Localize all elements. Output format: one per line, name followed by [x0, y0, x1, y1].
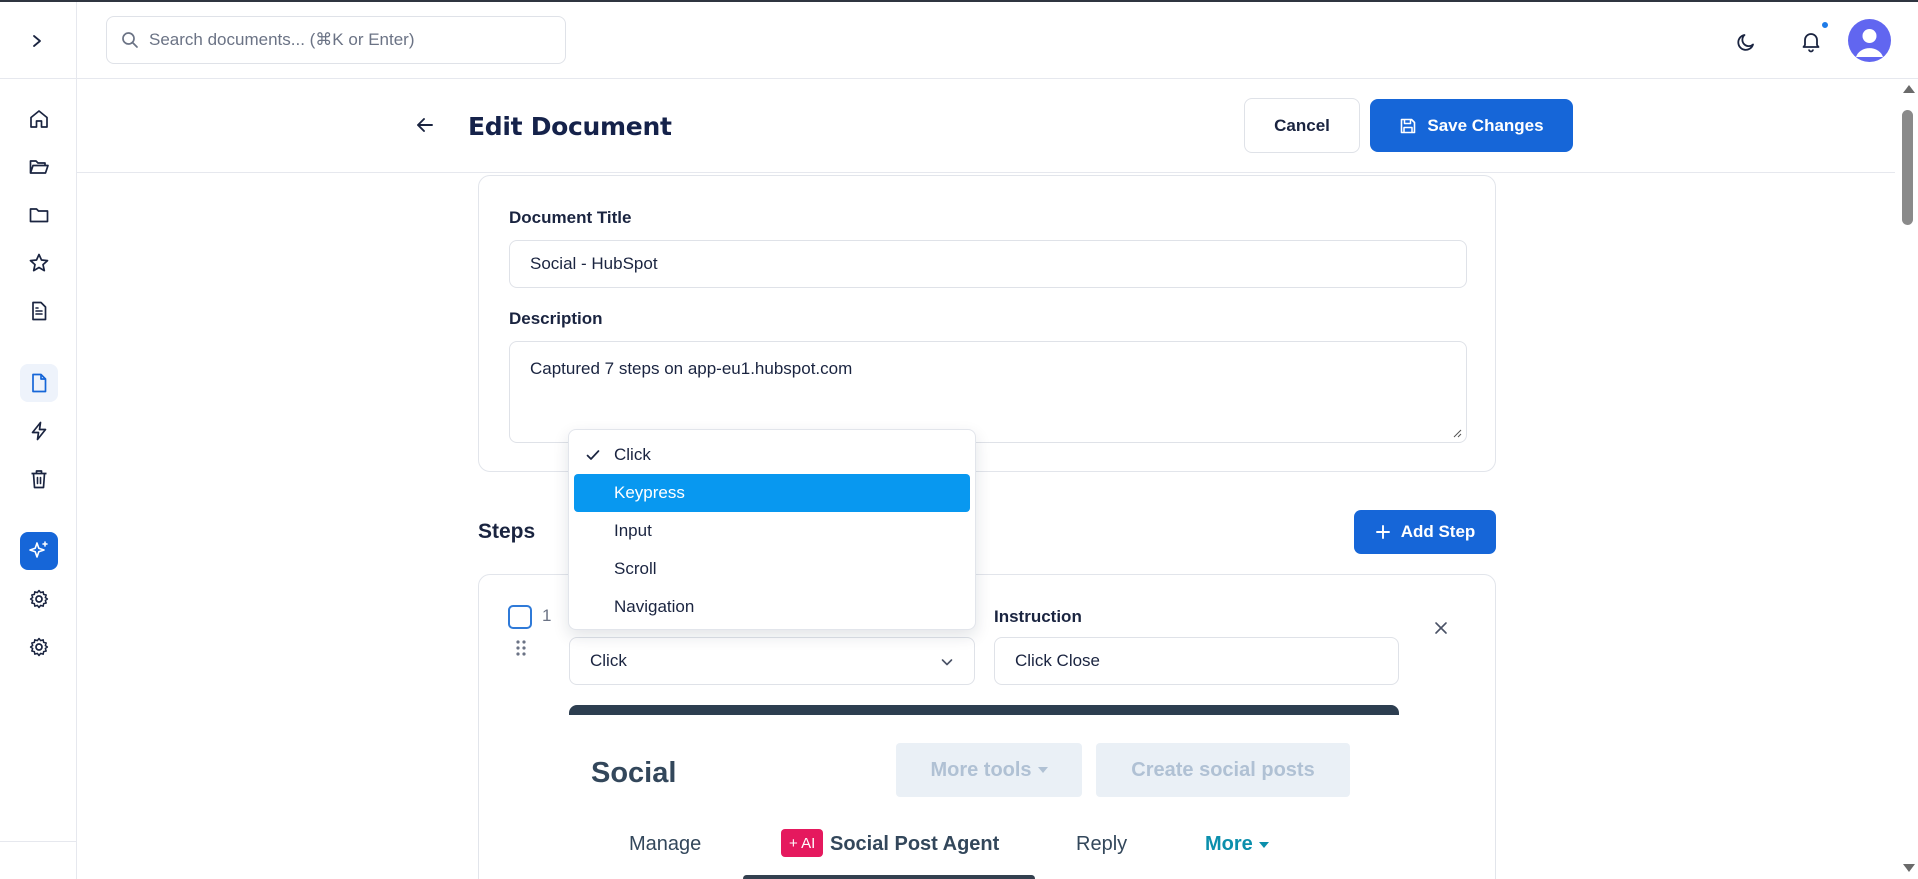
top-bar: [0, 2, 1918, 79]
screenshot-create-posts: Create social posts: [1096, 743, 1350, 797]
cancel-button[interactable]: Cancel: [1244, 98, 1360, 153]
folder-open-icon: [29, 160, 49, 174]
sidebar-item-current-document[interactable]: [20, 364, 58, 402]
screenshot-tab-more-label: More: [1205, 833, 1253, 855]
dropdown-option-click[interactable]: Click: [574, 436, 970, 474]
user-icon: [1856, 29, 1883, 57]
screenshot-tab-social-post-agent: Social Post Agent: [830, 833, 1000, 855]
file-icon: [32, 373, 47, 393]
screenshot-tab-manage: Manage: [629, 833, 702, 855]
document-details-card: Document Title Social - HubSpot Descript…: [478, 175, 1496, 472]
screenshot-ai-badge: + AI: [781, 829, 824, 857]
sidebar-footer-divider: [0, 841, 76, 842]
star-icon: [29, 253, 49, 272]
folder-icon: [29, 208, 49, 223]
scroll-up-arrow[interactable]: [1903, 85, 1915, 93]
sidebar-item-automations[interactable]: [20, 412, 58, 450]
ai-sparkle-icon: [29, 541, 48, 558]
search-box: [106, 16, 566, 64]
step-screenshot: Social More tools Create social posts Ma…: [569, 705, 1399, 879]
screenshot-more-tools-label: More tools: [930, 758, 1032, 781]
dropdown-option-label: Keypress: [614, 483, 685, 502]
description-label: Description: [509, 309, 603, 328]
dropdown-option-label: Navigation: [614, 597, 695, 616]
sidebar-item-documents[interactable]: [20, 292, 58, 330]
instruction-label: Instruction: [994, 607, 1082, 626]
document-text-icon: [32, 301, 47, 321]
screenshot-tab-more: More: [1205, 833, 1269, 856]
chevron-right-icon: [33, 35, 41, 47]
dropdown-option-input[interactable]: Input: [574, 512, 970, 550]
sidebar-item-open-folders[interactable]: [20, 148, 58, 186]
arrow-left-icon: [417, 118, 433, 132]
description-text: Captured 7 steps on app-eu1.hubspot.com: [530, 359, 853, 378]
dropdown-option-navigation[interactable]: Navigation: [574, 588, 970, 626]
action-type-dropdown: Click Keypress Input Scroll Navigation: [568, 429, 976, 630]
sidebar-item-favorites[interactable]: [20, 244, 58, 282]
save-icon: [1401, 118, 1416, 133]
caret-down-icon: [1258, 841, 1269, 848]
sidebar-item-trash[interactable]: [20, 460, 58, 498]
dropdown-option-scroll[interactable]: Scroll: [574, 550, 970, 588]
expand-sidebar-button[interactable]: [22, 28, 52, 54]
sidebar-item-folders[interactable]: [20, 196, 58, 234]
sidebar-item-home[interactable]: [20, 100, 58, 138]
sidebar: [0, 80, 76, 879]
notification-badge: [1820, 20, 1830, 30]
sidebar-item-settings[interactable]: [20, 580, 58, 618]
bell-icon: [1802, 33, 1820, 53]
instruction-input[interactable]: Click Close: [994, 637, 1399, 685]
resize-handle-icon[interactable]: [1452, 428, 1462, 438]
gear-icon: [29, 589, 49, 609]
trash-icon: [31, 470, 47, 489]
search-input[interactable]: [149, 30, 549, 50]
home-icon: [30, 110, 48, 128]
action-type-select[interactable]: Click: [569, 637, 975, 685]
step-number: 1: [542, 606, 552, 625]
chevron-down-icon: [941, 659, 953, 666]
screenshot-scrollbar: [743, 875, 1035, 879]
remove-step-button[interactable]: [1430, 617, 1452, 639]
sidebar-item-ai[interactable]: [20, 532, 58, 570]
plus-icon: [1375, 525, 1390, 539]
page-title: Edit Document: [468, 112, 672, 141]
page-header: Edit Document Cancel Save Changes: [77, 80, 1895, 173]
document-title-label: Document Title: [509, 208, 632, 227]
lightning-icon: [31, 421, 47, 441]
dropdown-option-label: Input: [614, 521, 652, 540]
screenshot-tab-reply: Reply: [1076, 833, 1128, 855]
sidebar-item-preferences[interactable]: [20, 628, 58, 666]
caret-down-icon: [1037, 767, 1048, 773]
notifications-button[interactable]: [1796, 26, 1826, 56]
description-textarea[interactable]: Captured 7 steps on app-eu1.hubspot.com: [509, 341, 1467, 443]
steps-heading: Steps: [478, 520, 536, 543]
settings-icon: [29, 637, 49, 657]
dropdown-option-label: Click: [614, 445, 651, 464]
theme-toggle-button[interactable]: [1733, 28, 1761, 56]
scroll-down-arrow[interactable]: [1903, 864, 1915, 872]
save-changes-button[interactable]: Save Changes: [1370, 99, 1573, 152]
back-button[interactable]: [410, 110, 440, 140]
screenshot-top-bar: [569, 705, 1399, 715]
check-icon: [586, 450, 600, 460]
search-icon: [122, 32, 138, 48]
screenshot-title: Social: [591, 757, 677, 789]
add-step-button[interactable]: Add Step: [1354, 510, 1496, 554]
avatar[interactable]: [1848, 19, 1891, 62]
add-step-label: Add Step: [1400, 522, 1476, 541]
screenshot-more-tools: More tools: [896, 743, 1082, 797]
scrollbar-thumb[interactable]: [1902, 110, 1913, 225]
close-icon: [1435, 622, 1447, 634]
moon-icon: [1737, 34, 1754, 51]
save-changes-label: Save Changes: [1427, 115, 1544, 135]
dropdown-option-keypress[interactable]: Keypress: [574, 474, 970, 512]
step-select-checkbox[interactable]: [508, 605, 532, 629]
drag-handle-icon[interactable]: [515, 639, 527, 657]
action-type-value: Click: [590, 651, 627, 670]
dropdown-option-label: Scroll: [614, 559, 657, 578]
document-title-input[interactable]: Social - HubSpot: [509, 240, 1467, 288]
